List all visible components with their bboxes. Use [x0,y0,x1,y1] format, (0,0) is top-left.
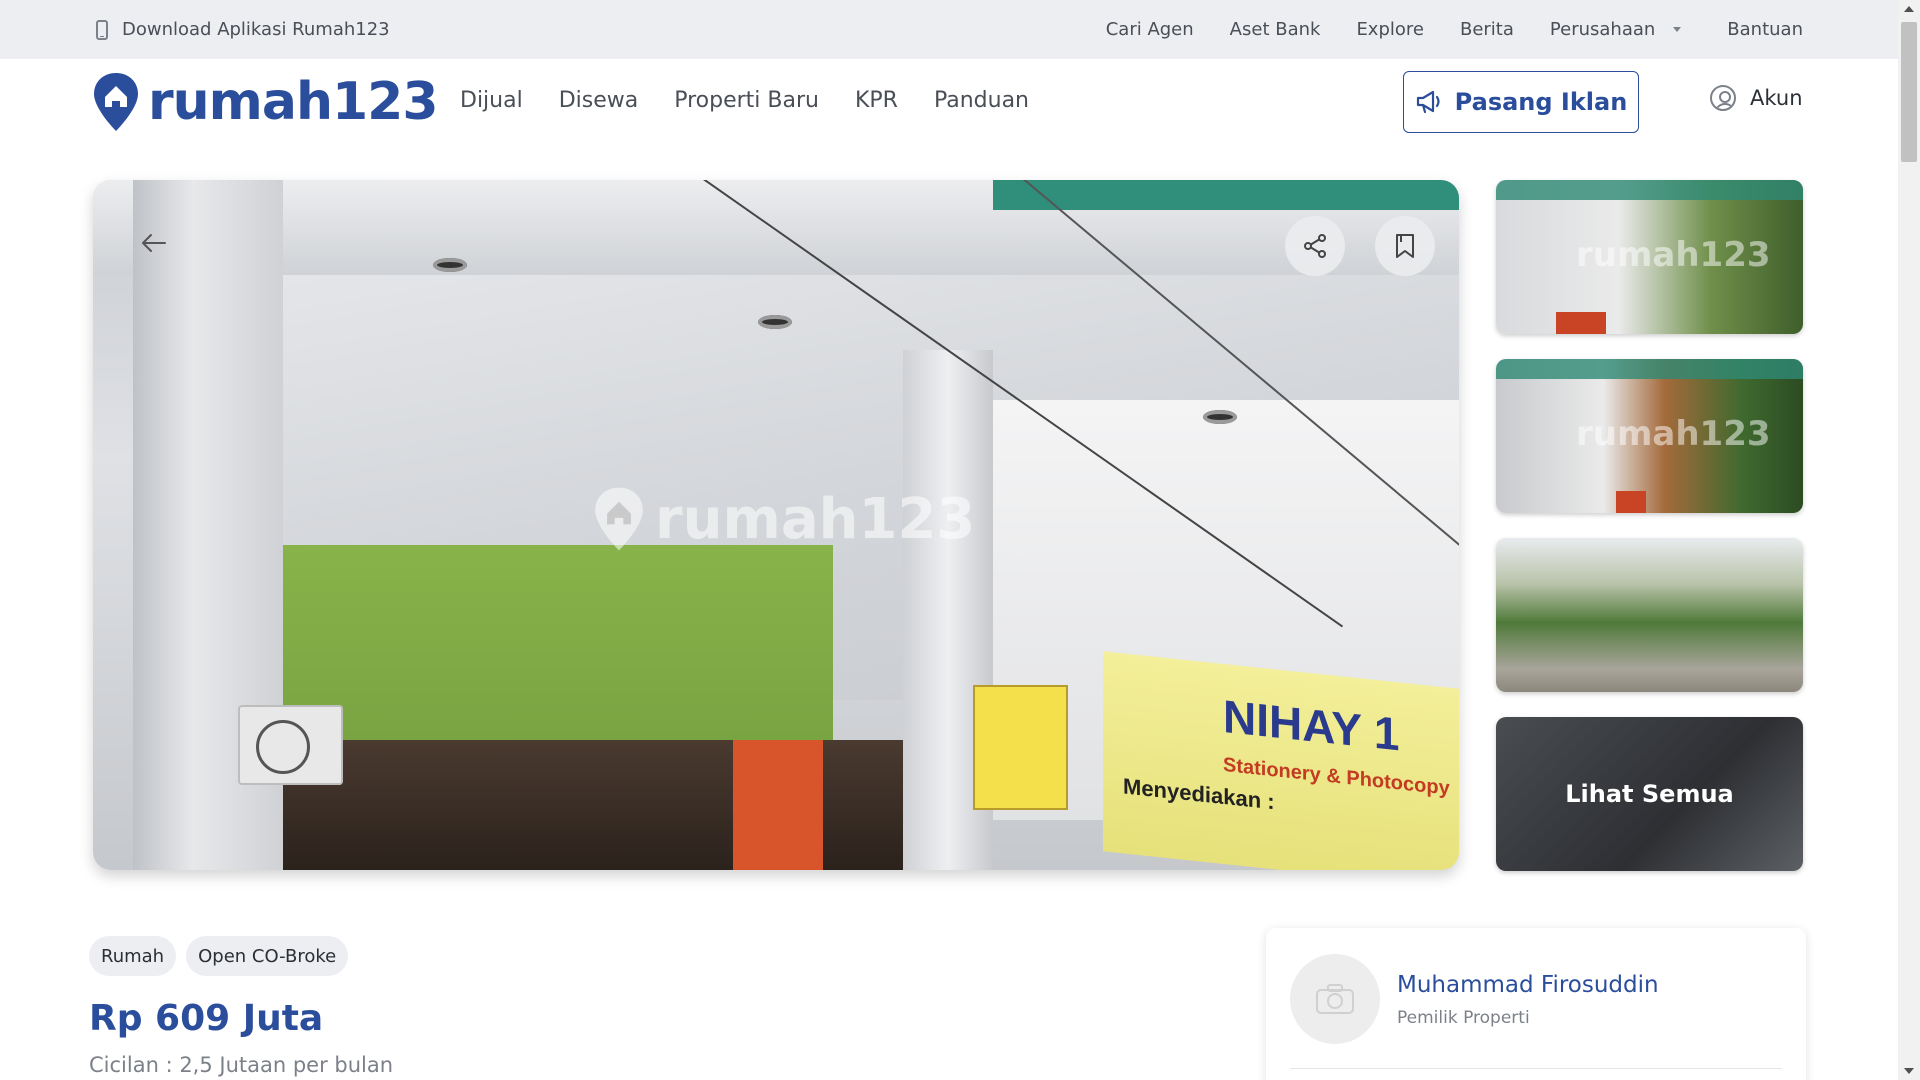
agent-card: Muhammad Firosuddin Pemilik Properti [1266,928,1806,1080]
banner-title: NIHAY 1 [1223,689,1400,761]
share-icon [1304,234,1326,258]
thumbnail-photo[interactable] [1496,538,1803,692]
thumb-watermark: rumah123 [1576,235,1771,275]
listing-installment: Cicilan : 2,5 Jutaan per bulan [89,1053,394,1077]
listing-price: Rp 609 Juta [89,998,324,1039]
user-icon [1710,85,1736,111]
scroll-up-arrow-icon[interactable] [1904,6,1914,12]
top-utility-bar: Download Aplikasi Rumah123 Cari Agen Ase… [0,0,1898,59]
listing-tags: Rumah Open CO-Broke [89,936,349,976]
arrow-left-icon[interactable] [139,228,169,258]
top-link-berita[interactable]: Berita [1460,19,1514,40]
nav-dijual[interactable]: Dijual [460,88,523,113]
photo-light [433,258,467,272]
watermark-pin-icon [595,487,643,551]
megaphone-icon [1416,90,1440,114]
divider [1290,1068,1782,1069]
logo-pin-icon [94,73,138,131]
top-links: Cari Agen Aset Bank Explore Berita Perus… [1070,0,1803,59]
share-button[interactable] [1285,216,1345,276]
thumb-watermark: rumah123 [1576,414,1771,454]
pasang-iklan-button[interactable]: Pasang Iklan [1403,71,1639,133]
watermark-text: rumah123 [655,486,976,552]
nav-properti-baru[interactable]: Properti Baru [674,88,819,113]
thumb-roof [1496,180,1803,200]
top-link-perusahaan-label: Perusahaan [1549,19,1656,40]
photo-light [1203,410,1237,424]
see-all-label: Lihat Semua [1565,780,1734,808]
pasang-iklan-label: Pasang Iklan [1454,88,1628,116]
nav-kpr[interactable]: KPR [855,88,898,113]
bookmark-icon [1396,234,1414,258]
agent-name[interactable]: Muhammad Firosuddin [1397,972,1659,998]
photo-ac-unit [238,705,343,785]
site-logo[interactable]: rumah123 [92,71,439,133]
akun-menu[interactable]: Akun [1710,85,1803,111]
top-link-explore[interactable]: Explore [1356,19,1424,40]
chevron-down-icon [1673,27,1682,32]
thumbnail-photo[interactable]: rumah123 [1496,359,1803,513]
photo-floor [273,740,973,870]
photo-light [758,315,792,329]
avatar [1290,954,1380,1044]
photo-watermark: rumah123 [593,485,975,553]
top-link-aset-bank[interactable]: Aset Bank [1230,19,1321,40]
thumbnail-photo[interactable]: rumah123 [1496,180,1803,334]
thumbnail-list: rumah123 rumah123 Lihat Semua [1496,180,1803,896]
phone-icon [96,19,108,40]
photo-yellow-sign [973,685,1068,810]
akun-label: Akun [1750,86,1803,110]
scrollbar-thumb[interactable] [1901,22,1917,162]
nav-disewa[interactable]: Disewa [559,88,639,113]
scroll-down-arrow-icon[interactable] [1904,1068,1914,1074]
logo-text: rumah123 [148,72,439,132]
tag-rumah: Rumah [89,936,177,976]
main-header: rumah123 Dijual Disewa Properti Baru KPR… [0,59,1898,151]
download-app-link[interactable]: Download Aplikasi Rumah123 [96,0,390,59]
save-button[interactable] [1375,216,1435,276]
page-scrollbar[interactable] [1898,0,1920,1080]
tag-open-co-broke: Open CO-Broke [186,936,349,976]
nav-panduan[interactable]: Panduan [934,88,1029,113]
main-nav: Dijual Disewa Properti Baru KPR Panduan [460,88,1065,113]
thumb-detail [1616,491,1646,513]
download-app-label: Download Aplikasi Rumah123 [122,19,390,40]
main-photo[interactable]: NIHAY 1 Stationery & Photocopy Menyediak… [93,180,1459,870]
agent-role: Pemilik Properti [1397,1008,1530,1028]
see-all-photos-button[interactable]: Lihat Semua [1496,717,1803,871]
top-link-cari-agen[interactable]: Cari Agen [1106,19,1194,40]
photo-door [733,740,823,870]
camera-icon [1316,984,1354,1014]
photo-roof [993,180,1459,210]
top-link-bantuan[interactable]: Bantuan [1727,19,1803,40]
photo-shop-banner: NIHAY 1 Stationery & Photocopy Menyediak… [1103,651,1459,870]
thumb-detail [1556,312,1606,334]
thumb-roof [1496,359,1803,379]
top-link-perusahaan-dropdown[interactable]: Perusahaan [1549,19,1682,40]
